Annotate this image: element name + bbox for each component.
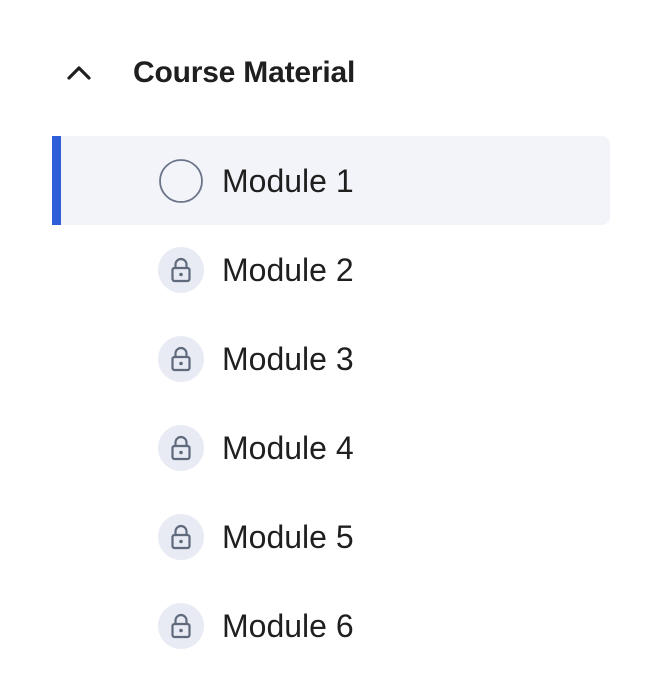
- module-label: Module 6: [222, 608, 354, 644]
- active-indicator: [52, 136, 61, 225]
- module-label: Module 1: [222, 163, 354, 199]
- lock-icon: [158, 603, 204, 649]
- lock-icon: [158, 336, 204, 382]
- chevron-up-icon[interactable]: [64, 61, 94, 85]
- module-item-5[interactable]: Module 5: [52, 492, 610, 581]
- module-item-4[interactable]: Module 4: [52, 403, 610, 492]
- module-label: Module 5: [222, 519, 354, 555]
- module-item-1[interactable]: Module 1: [52, 136, 610, 225]
- module-item-6[interactable]: Module 6: [52, 581, 610, 670]
- module-label: Module 2: [222, 252, 354, 288]
- course-material-toggle[interactable]: Course Material: [0, 40, 646, 106]
- lock-icon: [158, 247, 204, 293]
- module-label: Module 3: [222, 341, 354, 377]
- lock-icon: [158, 425, 204, 471]
- module-item-2[interactable]: Module 2: [52, 225, 610, 314]
- module-item-3[interactable]: Module 3: [52, 314, 610, 403]
- lock-icon: [158, 514, 204, 560]
- empty-circle-icon: [159, 159, 203, 203]
- section-title: Course Material: [133, 56, 356, 89]
- module-label: Module 4: [222, 430, 354, 466]
- module-list: Module 1 Module 2 Module 3 Module 4 Modu…: [52, 136, 610, 670]
